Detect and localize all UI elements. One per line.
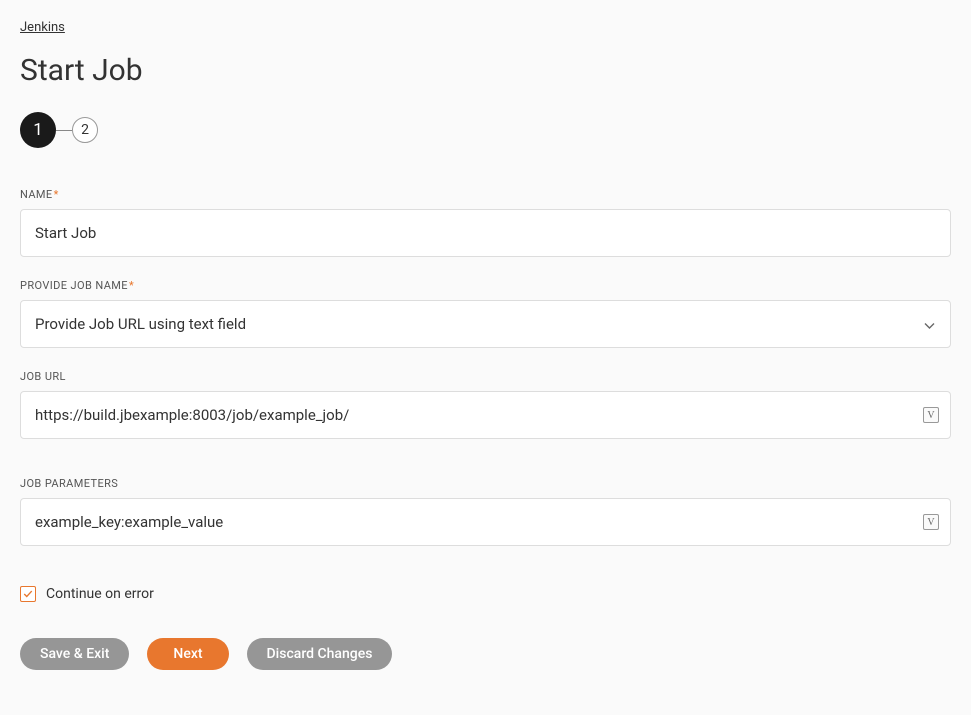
- page-title: Start Job: [20, 53, 951, 88]
- stepper: 1 2: [20, 112, 951, 148]
- provide-job-name-select[interactable]: Provide Job URL using text field: [20, 300, 951, 348]
- name-input[interactable]: [20, 209, 951, 257]
- required-indicator: *: [129, 279, 134, 292]
- step-2[interactable]: 2: [72, 117, 98, 143]
- save-exit-button[interactable]: Save & Exit: [20, 638, 129, 670]
- breadcrumb-jenkins[interactable]: Jenkins: [20, 20, 65, 35]
- continue-on-error-label[interactable]: Continue on error: [46, 586, 154, 602]
- field-provide-job-name: PROVIDE JOB NAME* Provide Job URL using …: [20, 279, 951, 348]
- next-button[interactable]: Next: [147, 638, 228, 670]
- field-name: NAME*: [20, 188, 951, 257]
- step-1[interactable]: 1: [20, 112, 56, 148]
- variable-icon[interactable]: V: [923, 514, 939, 530]
- field-job-parameters: JOB PARAMETERS V: [20, 477, 951, 546]
- job-url-input[interactable]: [20, 391, 951, 439]
- variable-icon[interactable]: V: [923, 407, 939, 423]
- button-row: Save & Exit Next Discard Changes: [20, 638, 951, 670]
- label-job-parameters: JOB PARAMETERS: [20, 477, 951, 490]
- breadcrumb: Jenkins: [20, 20, 951, 35]
- job-parameters-input[interactable]: [20, 498, 951, 546]
- label-job-url: JOB URL: [20, 370, 951, 383]
- label-provide-job-name: PROVIDE JOB NAME*: [20, 279, 951, 292]
- required-indicator: *: [54, 188, 59, 201]
- field-job-url: JOB URL V: [20, 370, 951, 439]
- label-name: NAME*: [20, 188, 951, 201]
- step-connector: [56, 130, 72, 131]
- label-name-text: NAME: [20, 188, 53, 201]
- continue-on-error-checkbox[interactable]: [20, 586, 36, 602]
- discard-changes-button[interactable]: Discard Changes: [247, 638, 393, 670]
- continue-on-error-row: Continue on error: [20, 586, 951, 602]
- label-provide-job-name-text: PROVIDE JOB NAME: [20, 279, 128, 292]
